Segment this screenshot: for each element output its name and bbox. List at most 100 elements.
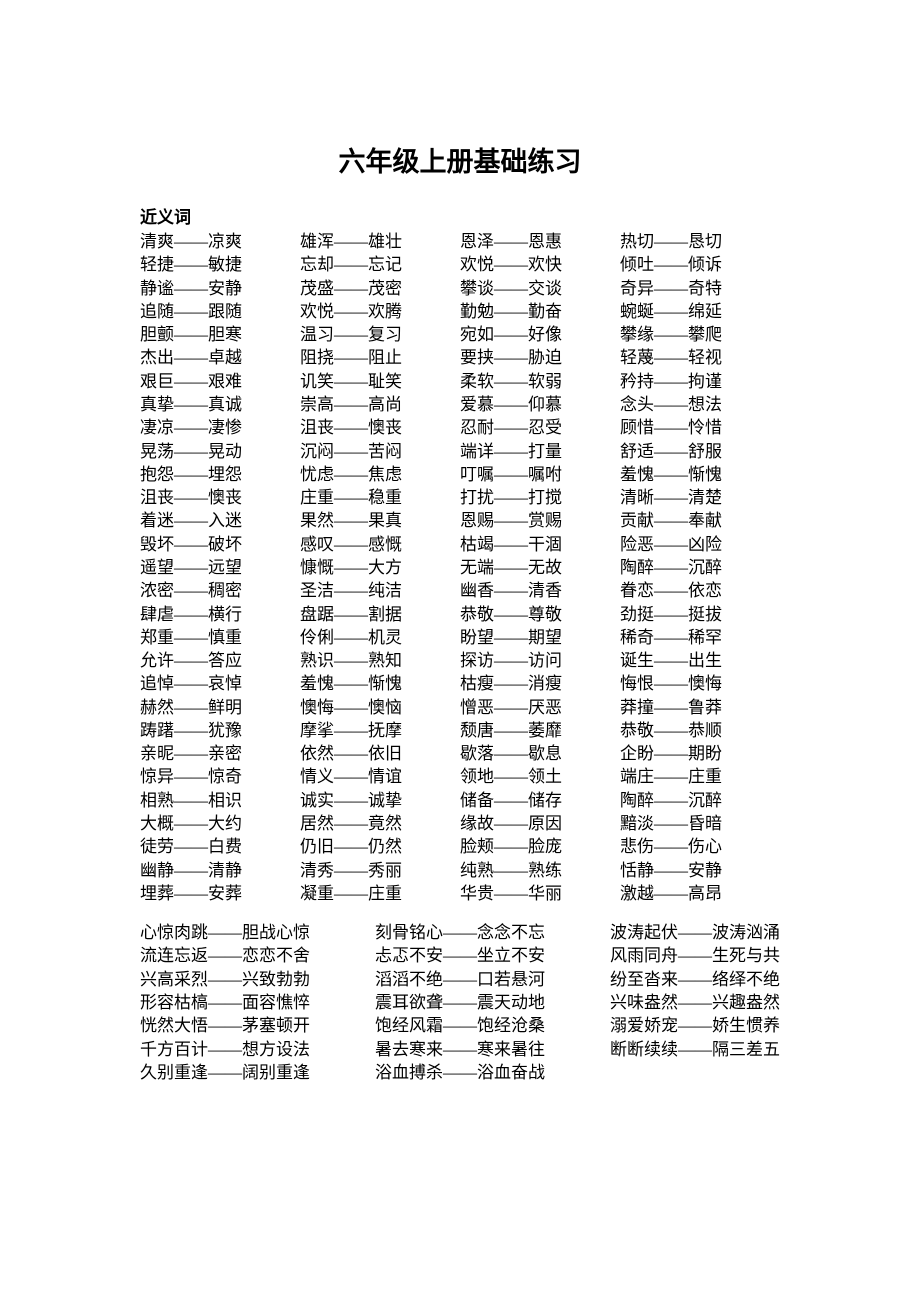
word-pair: 贡献——奉献 (620, 509, 780, 532)
word-pair: 悔恨——懊悔 (620, 672, 780, 695)
word-pair: 端庄——庄重 (620, 765, 780, 788)
word-pair: 徒劳——白费 (140, 835, 300, 858)
word-pair: 情义——情谊 (300, 765, 460, 788)
word-pair: 晃荡——晃动 (140, 440, 300, 463)
word-pair: 矜持——拘谨 (620, 370, 780, 393)
word-pair: 欢悦——欢腾 (300, 300, 460, 323)
word-pair: 懊悔——懊恼 (300, 696, 460, 719)
word-pair: 凝重——庄重 (300, 882, 460, 905)
word-pair: 形容枯槁——面容憔悴 (140, 991, 310, 1014)
word-pair: 圣洁——纯洁 (300, 579, 460, 602)
word-pair: 领地——领土 (460, 765, 620, 788)
word-pair: 赫然——鲜明 (140, 696, 300, 719)
word-pair: 恬静——安静 (620, 859, 780, 882)
word-pair: 庄重——稳重 (300, 486, 460, 509)
word-pair: 胆颤——胆寒 (140, 323, 300, 346)
word-pair: 惊异——惊奇 (140, 765, 300, 788)
word-pair: 茂盛——茂密 (300, 277, 460, 300)
word-pair: 脸颊——脸庞 (460, 835, 620, 858)
word-pair: 要挟——胁迫 (460, 346, 620, 369)
word-pair: 险恶——凶险 (620, 533, 780, 556)
word-pair: 允许——答应 (140, 649, 300, 672)
word-pair: 欢悦——欢快 (460, 253, 620, 276)
word-pair: 踌躇——犹豫 (140, 719, 300, 742)
word-pair: 依然——依旧 (300, 742, 460, 765)
word-pair: 抱怨——埋怨 (140, 463, 300, 486)
idiom-column-2: 刻骨铭心——念念不忘忐忑不安——坐立不安滔滔不绝——口若悬河震耳欲聋——震天动地… (375, 921, 545, 1084)
word-pair: 相熟——相识 (140, 789, 300, 812)
word-pair: 羞愧——惭愧 (620, 463, 780, 486)
word-pair: 攀缘——攀爬 (620, 323, 780, 346)
word-pair: 仍旧——仍然 (300, 835, 460, 858)
word-pair: 枯竭——干涸 (460, 533, 620, 556)
word-pair: 盼望——期望 (460, 626, 620, 649)
word-pair: 柔软——软弱 (460, 370, 620, 393)
word-pair: 枯瘦——消瘦 (460, 672, 620, 695)
word-pair: 兴味盎然——兴趣盎然 (610, 991, 780, 1014)
word-pair: 阻挠——阻止 (300, 346, 460, 369)
word-pair: 毁坏——破坏 (140, 533, 300, 556)
word-pair: 恭敬——恭顺 (620, 719, 780, 742)
word-pair: 倾吐——倾诉 (620, 253, 780, 276)
word-pair: 暑去寒来——寒来暑往 (375, 1038, 545, 1061)
word-pair: 勤勉——勤奋 (460, 300, 620, 323)
word-pair: 崇高——高尚 (300, 393, 460, 416)
word-pair: 静谧——安静 (140, 277, 300, 300)
word-pair: 震耳欲聋——震天动地 (375, 991, 545, 1014)
word-pair: 心惊肉跳——胆战心惊 (140, 921, 310, 944)
word-pair: 幽香——清香 (460, 579, 620, 602)
word-pair: 慷慨——大方 (300, 556, 460, 579)
word-pair: 艰巨——艰难 (140, 370, 300, 393)
word-pair: 饱经风霜——饱经沧桑 (375, 1014, 545, 1037)
word-pair: 熟识——熟知 (300, 649, 460, 672)
word-pair: 无端——无故 (460, 556, 620, 579)
word-pair: 幽静——清静 (140, 859, 300, 882)
word-pair: 郑重——慎重 (140, 626, 300, 649)
word-pair: 探访——访问 (460, 649, 620, 672)
word-pair: 舒适——舒服 (620, 440, 780, 463)
word-pair: 忘却——忘记 (300, 253, 460, 276)
word-pair: 企盼——期盼 (620, 742, 780, 765)
word-pair: 摩挲——抚摩 (300, 719, 460, 742)
word-pair: 着迷——入迷 (140, 509, 300, 532)
word-pair: 清晰——清楚 (620, 486, 780, 509)
word-pair: 清秀——秀丽 (300, 859, 460, 882)
word-pair: 纷至沓来——络绎不绝 (610, 968, 780, 991)
word-pair: 盘踞——割据 (300, 603, 460, 626)
word-pair: 讥笑——耻笑 (300, 370, 460, 393)
word-pair: 激越——高昂 (620, 882, 780, 905)
word-pair: 宛如——好像 (460, 323, 620, 346)
word-pair: 恭敬——尊敬 (460, 603, 620, 626)
word-pair: 忧虑——焦虑 (300, 463, 460, 486)
word-pair: 大概——大约 (140, 812, 300, 835)
word-pair: 追随——跟随 (140, 300, 300, 323)
word-pair: 温习——复习 (300, 323, 460, 346)
word-pair: 恩赐——赏赐 (460, 509, 620, 532)
column-3: 恩泽——恩惠欢悦——欢快攀谈——交谈勤勉——勤奋宛如——好像要挟——胁迫柔软——… (460, 230, 620, 905)
word-pair: 清爽——凉爽 (140, 230, 300, 253)
word-pair: 端详——打量 (460, 440, 620, 463)
word-pair: 千方百计——想方设法 (140, 1038, 310, 1061)
word-pair: 风雨同舟——生死与共 (610, 944, 780, 967)
word-pair: 黯淡——昏暗 (620, 812, 780, 835)
word-pair: 陶醉——沉醉 (620, 789, 780, 812)
word-pair: 伶俐——机灵 (300, 626, 460, 649)
word-pair: 稀奇——稀罕 (620, 626, 780, 649)
word-pair: 流连忘返——恋恋不舍 (140, 944, 310, 967)
word-pair: 久别重逢——阔别重逢 (140, 1061, 310, 1084)
word-pair: 颓唐——萎靡 (460, 719, 620, 742)
word-pair: 断断续续——隔三差五 (610, 1038, 780, 1061)
word-pair: 雄浑——雄壮 (300, 230, 460, 253)
word-pair: 肆虐——横行 (140, 603, 300, 626)
word-pair: 追悼——哀悼 (140, 672, 300, 695)
word-pair: 溺爱娇宠——娇生惯养 (610, 1014, 780, 1037)
word-pair: 打扰——打搅 (460, 486, 620, 509)
word-pair: 攀谈——交谈 (460, 277, 620, 300)
word-pair: 叮嘱——嘱咐 (460, 463, 620, 486)
word-pair: 奇异——奇特 (620, 277, 780, 300)
word-pair: 果然——果真 (300, 509, 460, 532)
word-pair: 沮丧——懊丧 (300, 416, 460, 439)
column-1: 清爽——凉爽轻捷——敏捷静谧——安静追随——跟随胆颤——胆寒杰出——卓越艰巨——… (140, 230, 300, 905)
idiom-grid: 心惊肉跳——胆战心惊流连忘返——恋恋不舍兴高采烈——兴致勃勃形容枯槁——面容憔悴… (140, 921, 780, 1084)
word-pair: 真挚——真诚 (140, 393, 300, 416)
